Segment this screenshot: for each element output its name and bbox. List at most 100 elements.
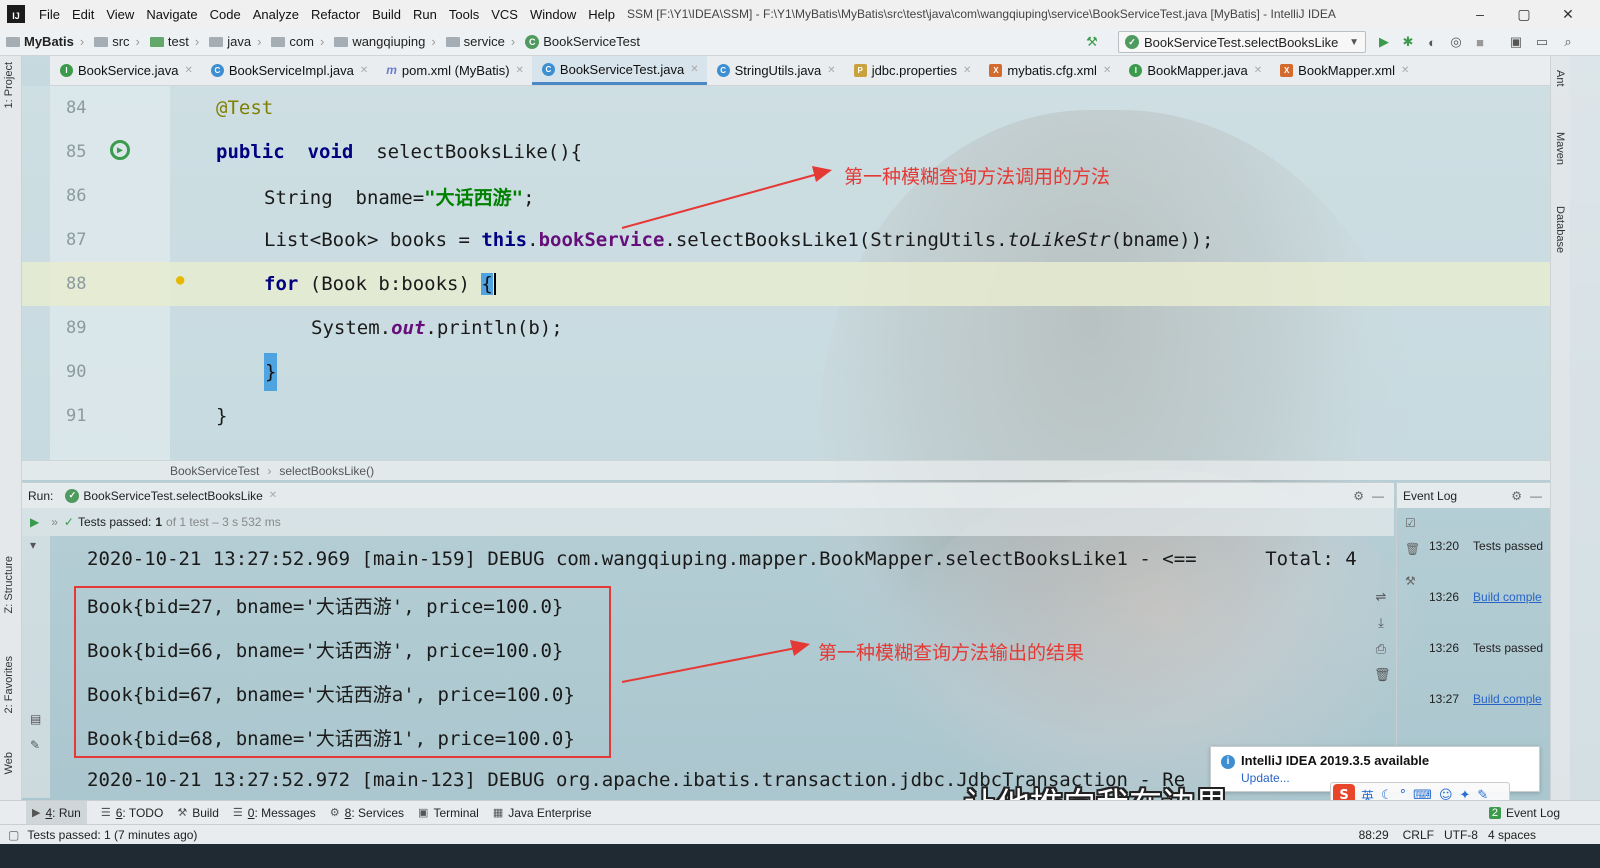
- breadcrumb-java[interactable]: java ›: [203, 34, 261, 49]
- tab-bookmapper-java[interactable]: I BookMapper.java ✕: [1119, 56, 1270, 85]
- menu-window[interactable]: Window: [524, 7, 582, 22]
- breadcrumb-test[interactable]: test ›: [144, 34, 199, 49]
- status-toggle-icon[interactable]: ▢: [8, 828, 19, 842]
- minimize-panel-icon[interactable]: —: [1530, 489, 1542, 503]
- tab-bookservicetest[interactable]: C BookServiceTest.java ✕: [531, 56, 707, 85]
- menu-view[interactable]: View: [100, 7, 140, 22]
- messages-tool-button[interactable]: ☰ 0: Messages: [233, 806, 316, 820]
- minimize-button[interactable]: –: [1458, 0, 1502, 28]
- menu-code[interactable]: Code: [204, 7, 247, 22]
- tab-pom[interactable]: m pom.xml (MyBatis) ✕: [376, 56, 532, 85]
- web-tool-button[interactable]: Web: [3, 752, 15, 774]
- menu-tools[interactable]: Tools: [443, 7, 485, 22]
- breadcrumb-wangqiuping[interactable]: wangqiuping ›: [328, 34, 436, 49]
- run-icon[interactable]: ▶: [1376, 34, 1392, 50]
- collapse-icon[interactable]: ▾: [30, 538, 36, 552]
- run-tool-button[interactable]: ▶ 4: Run: [26, 800, 87, 825]
- minimize-panel-icon[interactable]: —: [1372, 489, 1384, 503]
- layout-icon[interactable]: ▭: [1534, 34, 1550, 50]
- close-icon[interactable]: ✕: [184, 65, 192, 76]
- close-icon[interactable]: ✕: [690, 64, 698, 75]
- menu-analyze[interactable]: Analyze: [247, 7, 305, 22]
- breadcrumb-com[interactable]: com ›: [265, 34, 324, 49]
- caret-position[interactable]: 88:29: [1359, 828, 1389, 842]
- breadcrumb-class[interactable]: C BookServiceTest: [519, 34, 640, 49]
- mark-read-icon[interactable]: ☑: [1405, 516, 1416, 530]
- close-icon[interactable]: ✕: [360, 65, 368, 76]
- build-tool-button[interactable]: ⚒ Build: [177, 806, 219, 820]
- tab-bookserviceimpl[interactable]: C BookServiceImpl.java ✕: [201, 56, 376, 85]
- event-link[interactable]: Build comple: [1473, 590, 1542, 604]
- print-icon[interactable]: ⎙: [1374, 642, 1388, 657]
- java-enterprise-tool-button[interactable]: ▦ Java Enterprise: [493, 806, 592, 820]
- menu-refactor[interactable]: Refactor: [305, 7, 366, 22]
- layout-icon[interactable]: ▤: [30, 712, 41, 726]
- profile-icon[interactable]: ◎: [1448, 34, 1464, 50]
- tab-jdbc-properties[interactable]: Pjdbc.properties ✕: [844, 56, 980, 85]
- console-output[interactable]: 2020-10-21 13:27:52.969 [main-159] DEBUG…: [50, 536, 1366, 798]
- trash-icon[interactable]: 🗑: [1374, 668, 1391, 683]
- debug-icon[interactable]: ✱: [1400, 34, 1416, 50]
- breadcrumb-class-item[interactable]: BookServiceTest: [170, 464, 259, 478]
- file-encoding[interactable]: UTF-8: [1444, 828, 1478, 842]
- ant-tool-button[interactable]: Ant: [1554, 70, 1566, 87]
- menu-run[interactable]: Run: [407, 7, 443, 22]
- breadcrumb-method-item[interactable]: selectBooksLike(): [279, 464, 374, 478]
- terminal-tool-button[interactable]: ▣ Terminal: [418, 806, 479, 820]
- breadcrumb-service[interactable]: service ›: [440, 34, 515, 49]
- tab-bookservice[interactable]: I BookService.java ✕: [50, 56, 201, 85]
- menu-file[interactable]: File: [33, 7, 66, 22]
- tab-stringutils[interactable]: C StringUtils.java ✕: [707, 56, 844, 85]
- settings-gear-icon[interactable]: ⚙: [1511, 489, 1522, 503]
- menu-edit[interactable]: Edit: [66, 7, 100, 22]
- status-message[interactable]: Tests passed: 1 (7 minutes ago): [27, 828, 197, 842]
- tab-mybatis-cfg[interactable]: Xmybatis.cfg.xml ✕: [979, 56, 1119, 85]
- services-tool-button[interactable]: ⚙ 8: Services: [330, 806, 404, 820]
- rerun-icon[interactable]: ▶: [30, 515, 39, 529]
- close-icon[interactable]: ✕: [827, 65, 835, 76]
- todo-tool-button[interactable]: ☰ 6: TODO: [101, 806, 163, 820]
- project-tool-button[interactable]: 1: Project: [3, 62, 15, 108]
- menu-vcs[interactable]: VCS: [485, 7, 524, 22]
- close-icon[interactable]: ✕: [1103, 65, 1111, 76]
- structure-tool-button[interactable]: Z: Structure: [3, 556, 15, 613]
- code-editor[interactable]: 84 @Test 85 ▶ public void selectBooksLik…: [22, 86, 1550, 460]
- run-config-tab[interactable]: BookServiceTest.selectBooksLike: [83, 489, 262, 503]
- build-hammer-icon[interactable]: ⚒: [1084, 34, 1100, 50]
- search-everywhere-icon[interactable]: ⌕: [1560, 34, 1576, 50]
- pin-icon[interactable]: ✎: [30, 738, 40, 752]
- close-button[interactable]: ✕: [1546, 0, 1590, 28]
- coverage-icon[interactable]: ◐: [1424, 34, 1440, 50]
- close-icon[interactable]: ✕: [1401, 65, 1409, 76]
- update-link[interactable]: Update...: [1241, 771, 1290, 785]
- event-link[interactable]: Build comple: [1473, 692, 1542, 706]
- event-log-tool-button[interactable]: 2 Event Log: [1488, 806, 1560, 820]
- trash-icon[interactable]: 🗑: [1405, 542, 1420, 556]
- menu-build[interactable]: Build: [366, 7, 407, 22]
- tab-bookmapper-xml[interactable]: X BookMapper.xml ✕: [1270, 56, 1417, 85]
- stop-icon[interactable]: ■: [1472, 34, 1488, 50]
- project-structure-icon[interactable]: ▣: [1508, 34, 1524, 50]
- indent-setting[interactable]: 4 spaces: [1488, 828, 1536, 842]
- scroll-to-end-icon[interactable]: ⤓: [1374, 616, 1388, 631]
- maven-tool-button[interactable]: Maven: [1554, 132, 1566, 165]
- menu-help[interactable]: Help: [582, 7, 621, 22]
- close-icon[interactable]: ✕: [516, 65, 524, 76]
- maximize-button[interactable]: ▢: [1502, 0, 1546, 28]
- settings-gear-icon[interactable]: ⚙: [1353, 489, 1364, 503]
- close-icon[interactable]: ✕: [963, 65, 971, 76]
- expand-icon[interactable]: »: [51, 515, 58, 529]
- breadcrumb-src[interactable]: src ›: [88, 34, 140, 49]
- database-tool-button[interactable]: Database: [1554, 206, 1566, 253]
- interface-icon: I: [1129, 64, 1143, 77]
- run-configuration-select[interactable]: ✓ BookServiceTest.selectBooksLike ▼: [1118, 31, 1366, 53]
- close-icon[interactable]: ✕: [1254, 65, 1262, 76]
- menu-navigate[interactable]: Navigate: [140, 7, 203, 22]
- favorites-tool-button[interactable]: 2: Favorites: [3, 656, 15, 713]
- wrench-icon[interactable]: ⚒: [1405, 574, 1416, 588]
- breadcrumb-project[interactable]: MyBatis ›: [0, 34, 84, 49]
- close-icon[interactable]: ✕: [269, 490, 277, 501]
- soft-wrap-icon[interactable]: ⇌: [1374, 590, 1388, 605]
- right-edge-panel: [1570, 56, 1600, 828]
- line-separator[interactable]: CRLF: [1403, 828, 1434, 842]
